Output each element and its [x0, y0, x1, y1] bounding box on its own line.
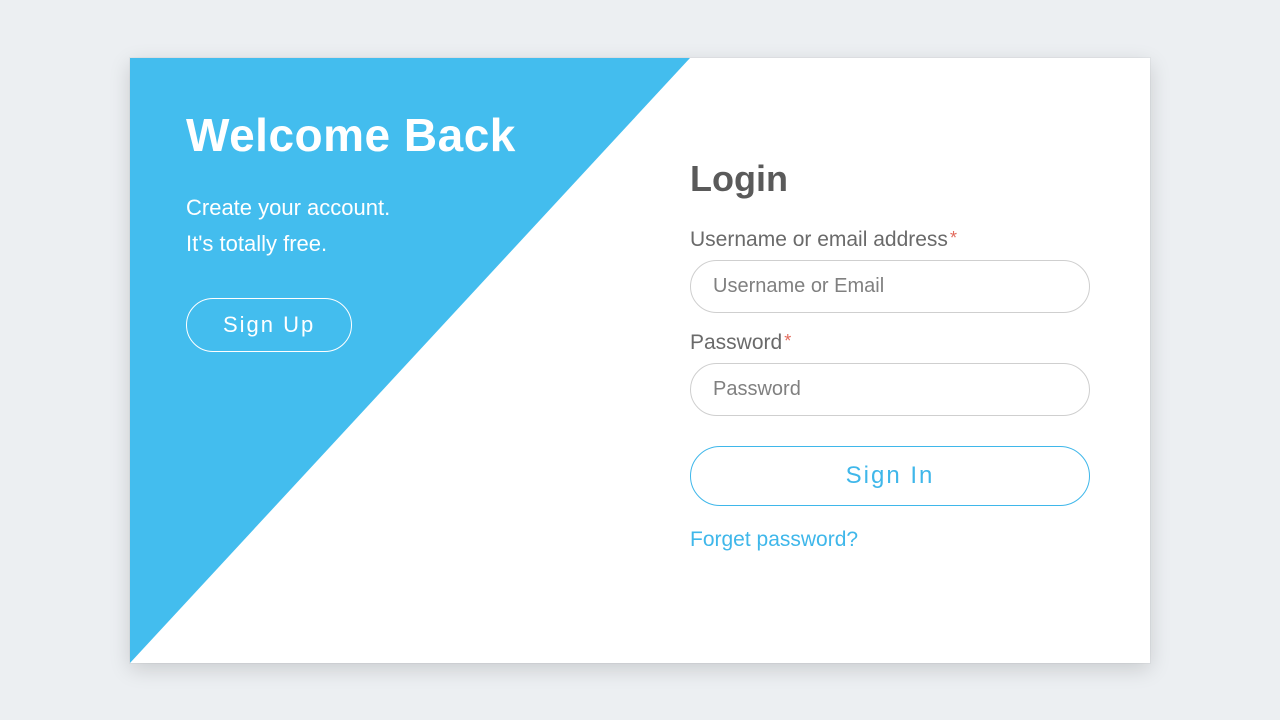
signup-button[interactable]: Sign Up — [186, 298, 352, 352]
username-group: Username or email address* — [690, 228, 1090, 313]
required-mark: * — [784, 331, 791, 351]
login-panel: Login Username or email address* Passwor… — [690, 158, 1090, 552]
welcome-title: Welcome Back — [186, 108, 516, 162]
welcome-panel: Welcome Back Create your account. It's t… — [186, 108, 516, 353]
required-mark: * — [950, 228, 957, 248]
welcome-subtitle: Create your account. It's totally free. — [186, 190, 516, 263]
forgot-password-link[interactable]: Forget password? — [690, 528, 858, 552]
password-group: Password* — [690, 331, 1090, 416]
password-label: Password* — [690, 331, 1090, 355]
signin-button[interactable]: Sign In — [690, 446, 1090, 506]
welcome-subtitle-line1: Create your account. — [186, 195, 390, 220]
password-label-text: Password — [690, 331, 782, 354]
username-label-text: Username or email address — [690, 228, 948, 251]
username-label: Username or email address* — [690, 228, 1090, 252]
password-input[interactable] — [690, 363, 1090, 416]
username-input[interactable] — [690, 260, 1090, 313]
login-card: Welcome Back Create your account. It's t… — [130, 58, 1150, 663]
welcome-subtitle-line2: It's totally free. — [186, 231, 327, 256]
login-heading: Login — [690, 158, 1090, 200]
